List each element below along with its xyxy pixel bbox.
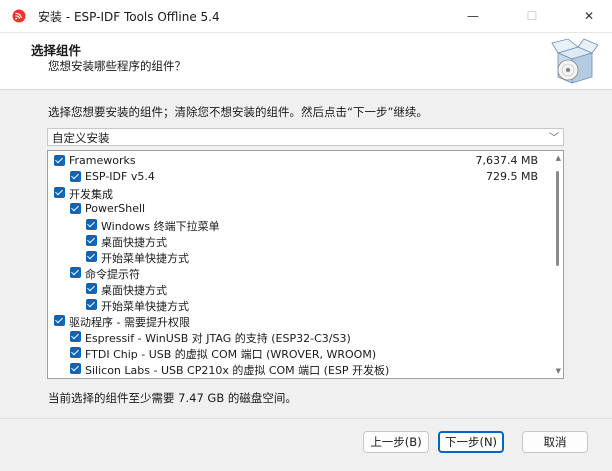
tree-item-label: 开发集成 xyxy=(69,188,113,201)
tree-item-label: Frameworks xyxy=(69,154,136,167)
tree-item-label: PowerShell xyxy=(85,202,146,215)
install-type-select[interactable]: 自定义安装 ﹀ xyxy=(47,128,564,146)
checkbox-checked[interactable] xyxy=(70,267,81,278)
page-title: 选择组件 xyxy=(31,43,82,58)
tree-item-cmd[interactable]: 命令提示符 xyxy=(48,265,548,281)
title-bar: 安装 - ESP-IDF Tools Offline 5.4 — ☐ ✕ xyxy=(0,0,612,33)
tree-item-label: 驱动程序 - 需要提升权限 xyxy=(69,316,190,329)
tree-item-label: Espressif - WinUSB 对 JTAG 的支持 (ESP32-C3/… xyxy=(85,332,351,345)
tree-item-label: 开始菜单快捷方式 xyxy=(101,300,189,313)
espressif-logo-icon xyxy=(12,9,26,23)
tree-item-esp-idf[interactable]: ESP-IDF v5.4 729.5 MB xyxy=(48,169,548,185)
install-type-value: 自定义安装 xyxy=(52,131,110,145)
tree-item-cmd-desktop-shortcut[interactable]: 桌面快捷方式 xyxy=(48,281,548,297)
tree-item-windows-terminal[interactable]: Windows 终端下拉菜单 xyxy=(48,217,548,233)
component-tree[interactable]: Frameworks 7,637.4 MB ESP-IDF v5.4 729.5… xyxy=(47,150,564,379)
checkbox-checked[interactable] xyxy=(70,347,81,358)
tree-item-ftdi[interactable]: FTDI Chip - USB 的虚拟 COM 端口 (WROVER, WROO… xyxy=(48,345,548,361)
tree-item-size: 7,637.4 MB xyxy=(475,154,538,167)
checkbox-checked[interactable] xyxy=(54,315,65,326)
tree-item-drivers[interactable]: 驱动程序 - 需要提升权限 xyxy=(48,313,548,329)
checkbox-checked[interactable] xyxy=(70,171,81,182)
tree-item-ps-desktop-shortcut[interactable]: 桌面快捷方式 xyxy=(48,233,548,249)
tree-item-silicon-labs[interactable]: Silicon Labs - USB CP210x 的虚拟 COM 端口 (ES… xyxy=(48,361,548,377)
tree-item-frameworks[interactable]: Frameworks 7,637.4 MB xyxy=(48,153,548,169)
checkbox-checked[interactable] xyxy=(70,203,81,214)
checkbox-checked[interactable] xyxy=(86,219,97,230)
tree-item-label: 桌面快捷方式 xyxy=(101,284,167,297)
instruction-text: 选择您想要安装的组件；清除您不想安装的组件。然后点击“下一步”继续。 xyxy=(48,105,428,119)
tree-item-dev-integration[interactable]: 开发集成 xyxy=(48,185,548,201)
tree-item-label: 命令提示符 xyxy=(85,268,140,281)
tree-item-label: ESP-IDF v5.4 xyxy=(85,170,155,183)
scrollbar-thumb[interactable] xyxy=(556,171,559,266)
chevron-down-icon: ﹀ xyxy=(549,133,559,144)
checkbox-checked[interactable] xyxy=(70,331,81,342)
tree-item-label: 桌面快捷方式 xyxy=(101,236,167,249)
checkbox-checked[interactable] xyxy=(86,283,97,294)
box-disc-icon xyxy=(551,38,599,84)
tree-item-powershell[interactable]: PowerShell xyxy=(48,201,548,217)
close-button[interactable]: ✕ xyxy=(566,0,612,32)
scroll-up-arrow-icon[interactable]: ▲ xyxy=(556,154,561,162)
minimize-button[interactable]: — xyxy=(450,0,496,32)
checkbox-checked[interactable] xyxy=(86,235,97,246)
tree-item-label: 开始菜单快捷方式 xyxy=(101,252,189,265)
cancel-button[interactable]: 取消 xyxy=(522,431,588,453)
next-button[interactable]: 下一步(N) xyxy=(438,431,504,453)
tree-item-espressif-winusb[interactable]: Espressif - WinUSB 对 JTAG 的支持 (ESP32-C3/… xyxy=(48,329,548,345)
checkbox-checked[interactable] xyxy=(86,251,97,262)
footer-divider xyxy=(0,418,612,419)
wizard-header: 选择组件 您想安装哪些程序的组件？ xyxy=(0,33,612,90)
tree-item-ps-start-menu-shortcut[interactable]: 开始菜单快捷方式 xyxy=(48,249,548,265)
back-button[interactable]: 上一步(B) xyxy=(363,431,429,453)
checkbox-checked[interactable] xyxy=(54,155,65,166)
checkbox-checked[interactable] xyxy=(86,299,97,310)
disk-space-text: 当前选择的组件至少需要 7.47 GB 的磁盘空间。 xyxy=(48,391,297,405)
scroll-down-arrow-icon[interactable]: ▼ xyxy=(556,367,561,375)
maximize-button[interactable]: ☐ xyxy=(509,0,555,32)
window-title: 安装 - ESP-IDF Tools Offline 5.4 xyxy=(38,10,220,24)
page-subtitle: 您想安装哪些程序的组件？ xyxy=(48,59,186,73)
tree-item-cmd-start-menu-shortcut[interactable]: 开始菜单快捷方式 xyxy=(48,297,548,313)
tree-item-label: Windows 终端下拉菜单 xyxy=(101,220,220,233)
checkbox-checked[interactable] xyxy=(54,187,65,198)
tree-item-size: 729.5 MB xyxy=(485,170,538,183)
tree-item-label: FTDI Chip - USB 的虚拟 COM 端口 (WROVER, WROO… xyxy=(85,348,377,361)
tree-item-label: Silicon Labs - USB CP210x 的虚拟 COM 端口 (ES… xyxy=(85,364,390,377)
checkbox-checked[interactable] xyxy=(70,363,81,374)
